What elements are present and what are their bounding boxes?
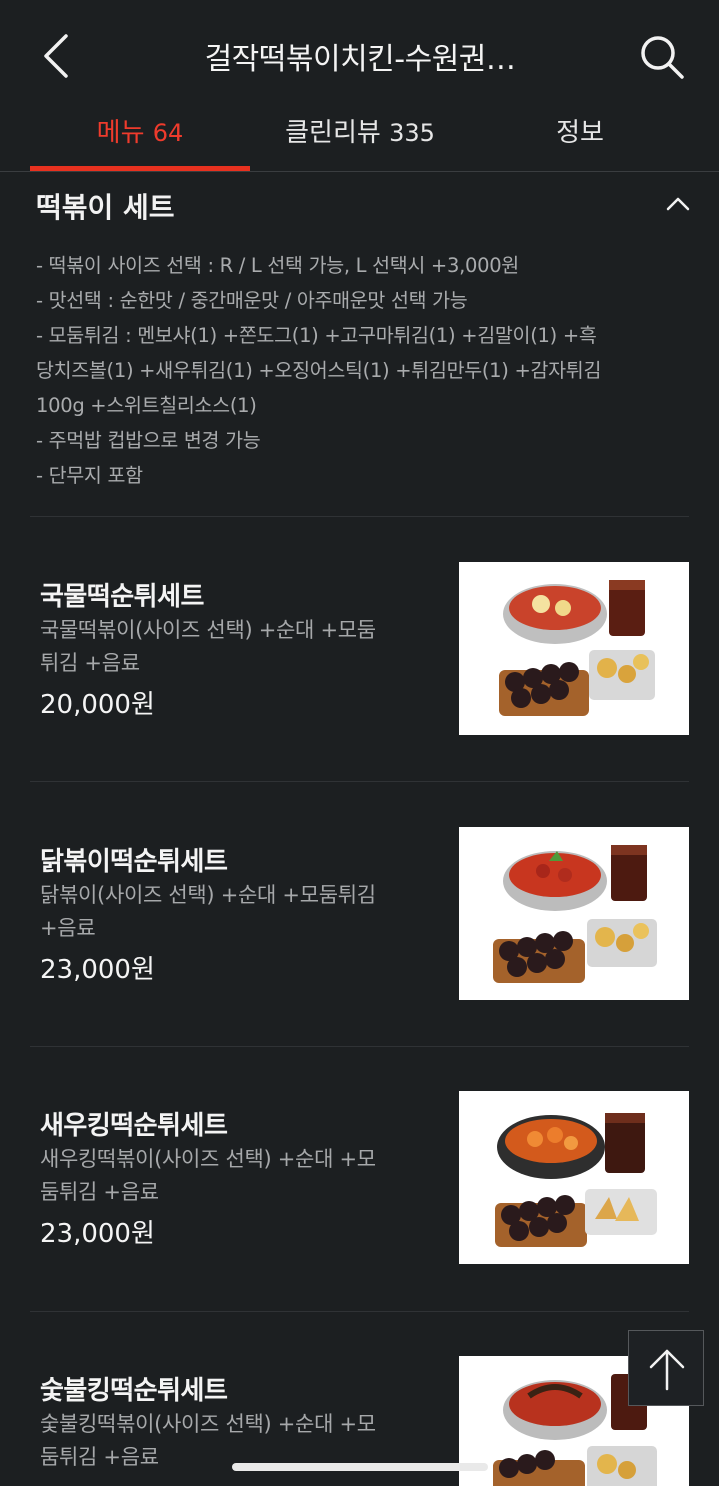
tab-info-label: 정보	[556, 118, 604, 148]
scroll-to-top-button[interactable]	[628, 1330, 704, 1406]
active-tab-indicator	[30, 166, 250, 171]
menu-item-name: 숯불킹떡순튀세트	[40, 1376, 228, 1406]
menu-item-description: 국물떡볶이(사이즈 선택) +순대 +모둠 튀김 +음료	[40, 614, 420, 680]
menu-item-price: 23,000원	[40, 1219, 155, 1249]
desc-line: 100g +스위트칠리소스(1)	[36, 394, 257, 417]
store-title: 걸작떡볶이치킨-수원권…	[204, 42, 516, 77]
menu-item-desc-line: 닭볶이(사이즈 선택) +순대 +모둠튀김	[40, 883, 376, 907]
divider	[30, 516, 689, 517]
menu-item-photo	[459, 827, 689, 1000]
back-button[interactable]	[30, 30, 80, 82]
menu-item-desc-line: +음료	[40, 916, 96, 940]
tab-clean-review[interactable]: 클린리뷰 335	[250, 110, 470, 172]
tab-menu[interactable]: 메뉴 64	[30, 110, 250, 172]
food-photo-icon	[495, 1113, 657, 1247]
desc-line: 당치즈볼(1) +새우튀김(1) +오징어스틱(1) +튀김만두(1) +감자튀…	[36, 359, 602, 382]
menu-item-desc-line: 새우킹떡볶이(사이즈 선택) +순대 +모	[40, 1147, 376, 1171]
divider	[30, 781, 689, 782]
tab-review-count: 335	[389, 119, 435, 147]
section-description: - 떡볶이 사이즈 선택 : R / L 선택 가능, L 선택시 +3,000…	[36, 248, 686, 493]
menu-item-desc-line: 숯불킹떡볶이(사이즈 선택) +순대 +모	[40, 1412, 376, 1436]
divider	[30, 1046, 689, 1047]
collapse-button[interactable]	[664, 194, 692, 214]
menu-item-price: 23,000원	[40, 955, 155, 985]
menu-item-name: 새우킹떡순튀세트	[40, 1111, 228, 1141]
chevron-left-icon	[44, 34, 68, 78]
menu-item[interactable]: 새우킹떡순튀세트 새우킹떡볶이(사이즈 선택) +순대 +모 둠튀김 +음료 2…	[30, 1091, 690, 1265]
home-indicator[interactable]	[232, 1463, 488, 1471]
divider	[30, 1311, 689, 1312]
app-header: 걸작떡볶이치킨-수원권…	[0, 0, 719, 110]
menu-item-name: 닭볶이떡순튀세트	[40, 847, 228, 877]
menu-item-desc-line: 둠튀김 +음료	[40, 1180, 159, 1204]
tab-bar: 메뉴 64 클린리뷰 335 정보	[0, 110, 719, 172]
menu-item[interactable]: 국물떡순튀세트 국물떡볶이(사이즈 선택) +순대 +모둠 튀김 +음료 20,…	[30, 562, 690, 736]
desc-line: - 주먹밥 컵밥으로 변경 가능	[36, 429, 261, 452]
menu-item[interactable]: 닭볶이떡순튀세트 닭볶이(사이즈 선택) +순대 +모둠튀김 +음료 23,00…	[30, 827, 690, 1001]
arrow-up-icon	[649, 1349, 685, 1391]
tab-review-label: 클린리뷰	[285, 118, 381, 148]
tab-menu-count: 64	[152, 119, 184, 147]
menu-item-name: 국물떡순튀세트	[40, 582, 204, 612]
desc-line: - 단무지 포함	[36, 464, 143, 487]
chevron-up-icon	[666, 197, 690, 211]
menu-item-photo	[459, 1091, 689, 1264]
food-photo-icon	[493, 845, 657, 983]
menu-item-photo	[459, 562, 689, 735]
menu-item-desc-line: 튀김 +음료	[40, 651, 140, 675]
section-title: 떡볶이 세트	[36, 191, 175, 224]
search-button[interactable]	[636, 31, 688, 83]
menu-item-description: 새우킹떡볶이(사이즈 선택) +순대 +모 둠튀김 +음료	[40, 1143, 420, 1209]
search-icon	[641, 36, 684, 79]
desc-line: - 맛선택 : 순한맛 / 중간매운맛 / 아주매운맛 선택 가능	[36, 289, 468, 312]
desc-line: - 떡볶이 사이즈 선택 : R / L 선택 가능, L 선택시 +3,000…	[36, 254, 519, 277]
tab-menu-label: 메뉴	[96, 118, 145, 148]
tab-info[interactable]: 정보	[470, 110, 690, 172]
section-header[interactable]: 떡볶이 세트	[36, 186, 696, 226]
food-photo-icon	[499, 580, 655, 716]
menu-item-description: 닭볶이(사이즈 선택) +순대 +모둠튀김 +음료	[40, 879, 420, 945]
desc-line: - 모둠튀김 : 멘보샤(1) +쫀도그(1) +고구마튀김(1) +김말이(1…	[36, 324, 597, 347]
menu-item-price: 20,000원	[40, 690, 155, 720]
menu-item-desc-line: 국물떡볶이(사이즈 선택) +순대 +모둠	[40, 618, 376, 642]
